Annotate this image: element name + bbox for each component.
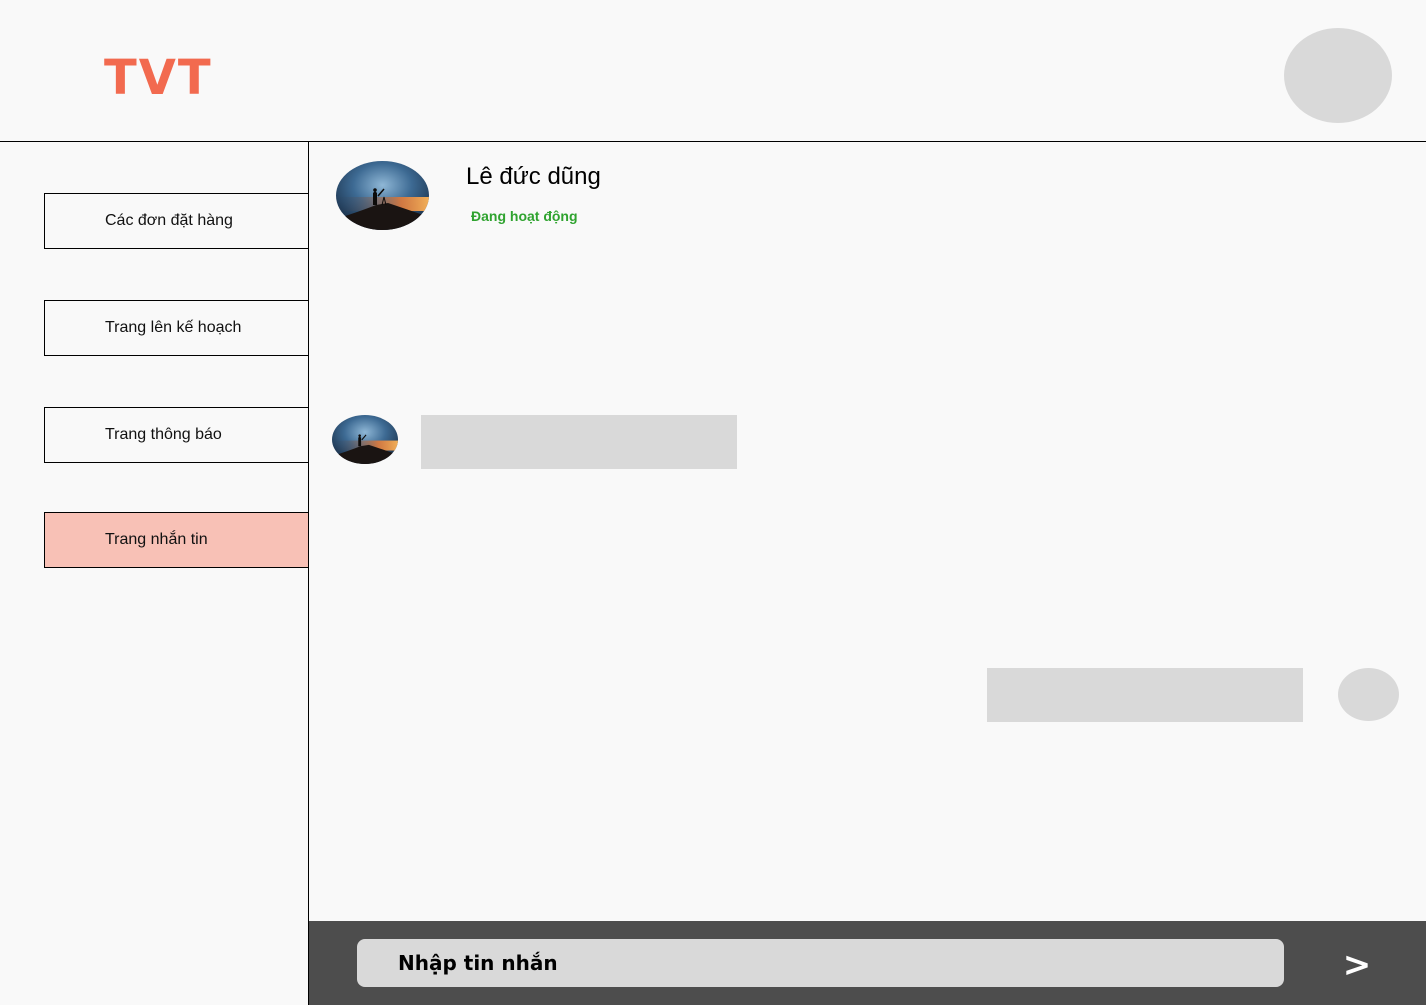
sidebar-item-label: Trang thông báo: [105, 426, 222, 443]
contact-status: Đang hoạt động: [471, 208, 578, 224]
message-sender-avatar: [332, 415, 398, 464]
message-input-placeholder: Nhập tin nhắn: [398, 951, 558, 975]
contact-name: Lê đức dũng: [466, 163, 601, 190]
sidebar-item-label: Trang lên kế hoạch: [105, 319, 242, 336]
sidebar-item-notifications[interactable]: Trang thông báo: [44, 407, 309, 463]
sidebar-item-label: Trang nhắn tin: [105, 531, 208, 548]
sidebar-item-messages[interactable]: Trang nhắn tin: [44, 512, 309, 568]
app-logo: TVT: [104, 50, 213, 106]
header-divider: [0, 141, 1426, 142]
incoming-message-bubble: [421, 415, 737, 469]
message-composer: Nhập tin nhắn >: [309, 921, 1426, 1005]
profile-avatar[interactable]: [1284, 28, 1392, 123]
message-input[interactable]: Nhập tin nhắn: [357, 939, 1284, 987]
sidebar-item-label: Các đơn đặt hàng: [105, 212, 233, 229]
contact-avatar[interactable]: [336, 161, 429, 230]
sidebar-item-planning[interactable]: Trang lên kế hoạch: [44, 300, 309, 356]
sidebar-item-orders[interactable]: Các đơn đặt hàng: [44, 193, 309, 249]
sidebar-divider: [308, 141, 309, 1005]
outgoing-message-bubble: [987, 668, 1303, 722]
my-avatar: [1338, 668, 1399, 721]
send-button[interactable]: >: [1341, 943, 1373, 987]
